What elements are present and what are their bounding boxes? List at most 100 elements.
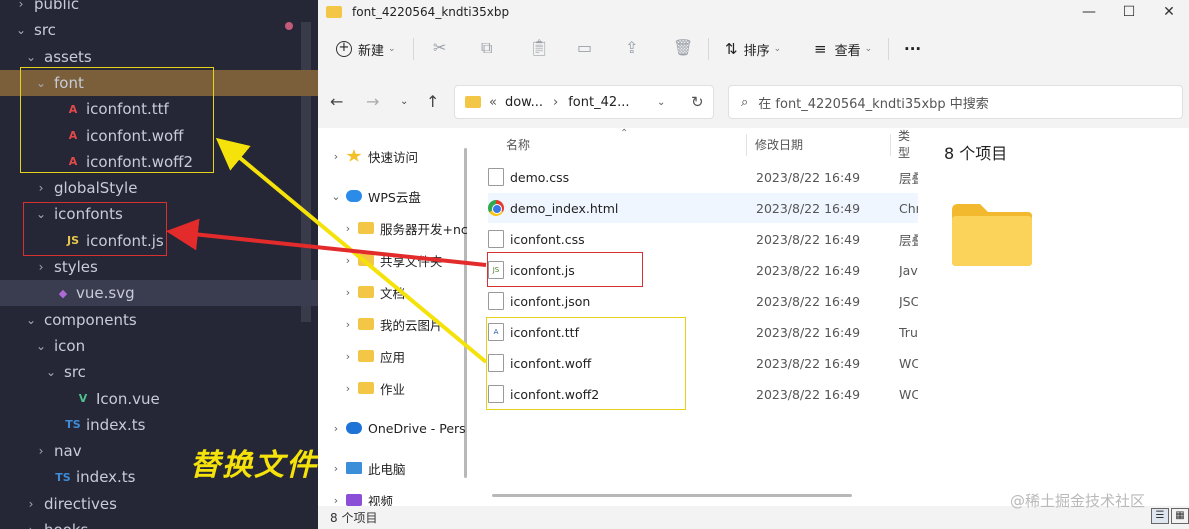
breadcrumb-part[interactable]: dow... [505,95,543,110]
horizontal-scrollbar[interactable] [492,494,852,497]
new-button[interactable]: + 新建 ⌄ [336,36,396,62]
pc-icon [346,462,362,474]
breadcrumb-overflow[interactable]: « [489,95,497,110]
refresh-icon[interactable]: ↻ [691,93,704,111]
chevron-right-icon[interactable]: › [338,318,358,331]
chevron-right-icon[interactable]: › [326,462,346,475]
nav-item[interactable]: › 共享文件夹 [318,246,468,274]
share-icon[interactable]: ⇪ [625,38,638,57]
chevron-down-icon[interactable]: ⌄ [326,190,346,203]
highlight-box-iconfont-js [487,252,643,287]
chevron-right-icon[interactable]: › [338,222,358,235]
chevron-down-icon: ⌄ [25,312,37,327]
chevron-right-icon[interactable]: › [326,494,346,507]
tree-item[interactable]: › public [0,0,318,17]
cut-icon[interactable]: ✂ [433,38,446,57]
nav-item[interactable]: › 服务器开发+nc [318,214,468,242]
chevron-right-icon[interactable]: › [338,254,358,267]
nav-item[interactable]: › 我的云图片 [318,310,468,338]
folder-icon [358,254,374,266]
recent-chevron-icon[interactable]: ⌄ [400,96,408,107]
folder-icon [358,382,374,394]
tree-item[interactable]: TS index.ts [0,412,318,438]
nav-item[interactable]: › 作业 [318,374,468,402]
tree-item[interactable]: V Icon.vue [0,386,318,412]
tree-item[interactable]: › hooks [0,517,318,529]
tree-item[interactable]: › styles [0,254,318,280]
up-arrow-icon[interactable]: ↑ [426,92,439,111]
nav-item[interactable]: ⌄ WPS云盘 [318,182,468,210]
tree-item[interactable]: ⌄ icon [0,333,318,359]
tree-item[interactable]: ⌄ components [0,307,318,333]
new-label: 新建 [358,43,385,59]
tiles-view-icon[interactable]: ▦ [1171,508,1189,524]
toolbar-divider [888,38,889,60]
sort-icon: ⇅ [725,40,738,58]
chevron-down-icon[interactable]: ⌄ [657,97,665,108]
paste-icon[interactable]: 📋︎ [529,38,549,57]
chevron-right-icon[interactable]: › [326,150,346,163]
large-folder-icon [952,204,1032,266]
window-title: font_4220564_kndti35xbp [352,5,510,19]
nav-item[interactable]: › 快速访问 [318,142,468,170]
item-count-heading: 8 个项目 [944,144,1008,163]
chevron-down-icon: ⌄ [388,44,396,54]
tree-item-label: styles [54,258,98,276]
tree-item-label: src [64,363,86,382]
highlight-box-iconfonts-folder [23,202,167,256]
rename-icon[interactable]: ▭ [577,38,592,57]
column-header-type[interactable]: 类型 [898,128,918,160]
tree-item[interactable]: ⌄ assets [0,44,318,70]
nav-item[interactable]: › 应用 [318,342,468,370]
forward-arrow-icon[interactable]: → [366,92,379,111]
column-divider[interactable] [746,134,747,156]
chevron-down-icon: ⌄ [15,23,27,38]
file-explorer-window: font_4220564_kndti35xbp — ☐ ✕ + 新建 ⌄ ✂ ⧉… [318,0,1189,529]
tree-item[interactable]: › directives [0,491,318,517]
tree-item[interactable]: › globalStyle [0,175,318,201]
chevron-right-icon: › [24,523,38,529]
delete-icon[interactable]: 🗑︎ [673,38,693,57]
chevron-right-icon[interactable]: › [326,422,346,435]
breadcrumb-separator: › [553,94,559,110]
view-label: 查看 [834,43,861,59]
sort-ascending-icon: ⌃ [620,128,629,139]
file-row[interactable]: demo.css 2023/8/22 16:49 层叠 [488,162,919,192]
column-header-date[interactable]: 修改日期 [755,128,803,160]
nav-item[interactable]: › 文档 [318,278,468,306]
column-header-name[interactable]: 名称 [506,128,530,160]
file-row[interactable]: iconfont.json 2023/8/22 16:49 JSC [488,286,919,316]
view-button[interactable]: ≡ 查看 ⌄ [814,36,872,62]
details-view-icon[interactable]: ☰ [1151,508,1169,524]
file-date: 2023/8/22 16:49 [756,200,861,216]
chevron-right-icon[interactable]: › [338,350,358,363]
nav-item-label: 文档 [380,285,406,301]
search-box[interactable]: ⌕ 在 font_4220564_kndti35xbp 中搜索 [728,85,1183,119]
svg-file-icon: ◆ [58,286,68,300]
copy-icon[interactable]: ⧉ [481,38,492,58]
file-row[interactable]: iconfont.css 2023/8/22 16:49 层叠 [488,224,919,254]
maximize-button[interactable]: ☐ [1109,0,1149,24]
breadcrumb-part[interactable]: font_42... [568,95,629,110]
more-options-button[interactable]: ··· [904,36,921,62]
document-icon [488,292,504,310]
tree-item[interactable]: ⌄ src [0,17,318,43]
chevron-right-icon[interactable]: › [338,382,358,395]
column-divider[interactable] [890,134,891,156]
tree-item[interactable]: ⌄ src [0,359,318,385]
minimize-button[interactable]: — [1069,0,1109,24]
nav-item-label: 共享文件夹 [380,253,443,269]
tree-item[interactable]: ◆ vue.svg [0,280,318,307]
address-bar[interactable]: « dow... › font_42... ⌄ ↻ [454,85,714,119]
folder-icon [358,318,374,330]
chevron-down-icon: ⌄ [35,338,47,353]
nav-item[interactable]: › 此电脑 [318,454,468,482]
file-row[interactable]: demo_index.html 2023/8/22 16:49 Chr [488,193,919,223]
nav-item[interactable]: › OneDrive - Pers [318,414,468,442]
sort-button[interactable]: ⇅ 排序 ⌄ [725,36,781,62]
chevron-right-icon[interactable]: › [338,286,358,299]
back-arrow-icon[interactable]: ← [330,92,343,111]
chevron-right-icon: › [28,496,34,511]
file-type: Jav [899,262,918,278]
close-button[interactable]: ✕ [1149,0,1189,24]
